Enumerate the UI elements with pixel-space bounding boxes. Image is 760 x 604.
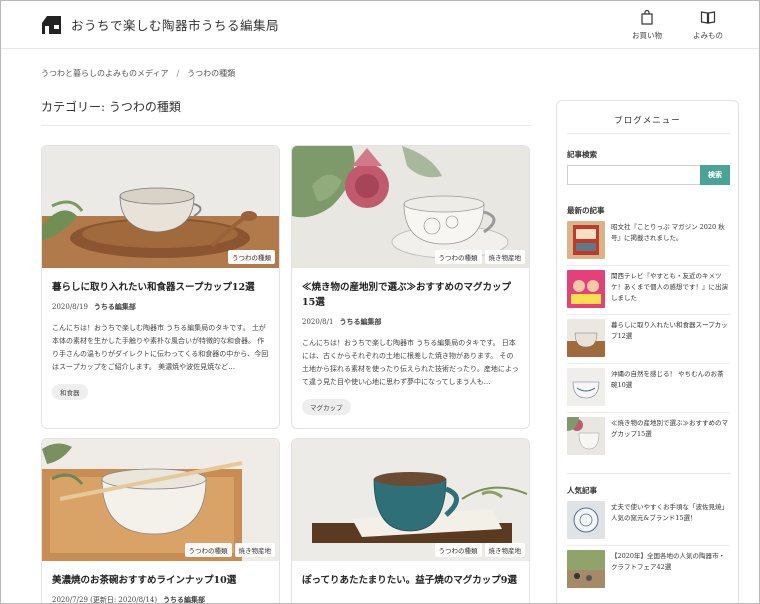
tag-list: うつわの種類 焼き物産地 xyxy=(434,543,525,557)
title-divider xyxy=(41,125,531,126)
sidebar: ブログメニュー 記事検索 検索 最新の記事 昭文社『ことりっぷ マガジン 202… xyxy=(556,100,739,603)
page-frame: おうちで楽しむ陶器市うちる編集局 お買い物 よみもの うつわと暮らしのよみものメ… xyxy=(0,0,760,604)
breadcrumb-home[interactable]: うつわと暮らしのよみものメディア xyxy=(41,69,168,78)
site-title[interactable]: おうちで楽しむ陶器市うちる編集局 xyxy=(71,15,279,34)
latest-article-item[interactable]: ≪焼き物の産地別で選ぶ≫おすすめのマグカップ15選 xyxy=(567,417,730,457)
keyword-chip[interactable]: マグカップ xyxy=(302,399,351,415)
article-date: 2020/7/29 (更新日: 2020/8/14) xyxy=(52,596,158,604)
article-title[interactable]: ≪焼き物の産地別で選ぶ≫おすすめのマグカップ15選 xyxy=(302,280,519,310)
list-divider xyxy=(567,363,730,364)
yachimun-bowl-thumbnail xyxy=(567,368,605,406)
search-input[interactable] xyxy=(567,165,700,185)
nav-reading[interactable]: よみもの xyxy=(678,9,738,41)
article-meta: 2020/7/29 (更新日: 2020/8/14) うちる編集部 xyxy=(52,595,269,604)
article-excerpt: こんにちは！おうちで楽しむ陶器市 うちる編集局のタキです。 土が本体の素材を生か… xyxy=(52,324,269,371)
latest-article-title: 沖縄の自然を感じる！ やちむんのお茶碗10選 xyxy=(611,370,724,389)
tag[interactable]: うつわの種類 xyxy=(434,250,482,264)
article-card[interactable]: うつわの種類 暮らしに取り入れたい和食器スープカップ12選 2020/8/19 う… xyxy=(41,145,280,429)
search-heading: 記事検索 xyxy=(567,150,597,159)
mug-cup-thumbnail xyxy=(567,417,605,455)
article-excerpt: こんにちは！おうちで楽しむ陶器市 うちる編集局のタキです。 日本には、古くからそ… xyxy=(302,339,519,386)
tag[interactable]: 焼き物産地 xyxy=(484,543,525,557)
breadcrumb-current: うつわの種類 xyxy=(187,69,236,78)
sidebar-divider xyxy=(567,473,730,474)
article-title[interactable]: 暮らしに取り入れたい和食器スープカップ12選 xyxy=(52,280,269,295)
article-title[interactable]: ぽってりあたたまりたい。益子焼のマグカップ9選 xyxy=(302,573,519,588)
breadcrumb: うつわと暮らしのよみものメディア / うつわの種類 xyxy=(41,68,235,79)
nav-reading-label: よみもの xyxy=(693,31,723,40)
tag-list: うつわの種類 xyxy=(228,250,275,264)
sidebar-divider xyxy=(567,133,730,134)
latest-article-item[interactable]: 昭文社『ことりっぷ マガジン 2020 秋号』に掲載されました。 xyxy=(567,221,730,261)
latest-article-item[interactable]: 関西テレビ『やすとも・友近のキメツケ！あくまで個人の感想です！』に出演しました xyxy=(567,270,730,310)
latest-article-title: ≪焼き物の産地別で選ぶ≫おすすめのマグカップ15選 xyxy=(611,419,728,438)
keyword-chip[interactable]: 和食器 xyxy=(52,384,88,400)
article-author[interactable]: うちる編集部 xyxy=(94,302,136,311)
list-divider xyxy=(567,314,730,315)
list-divider xyxy=(567,545,730,546)
house-logo-icon[interactable] xyxy=(41,13,63,35)
search-button[interactable]: 検索 xyxy=(700,165,730,185)
article-card[interactable]: うつわの種類 焼き物産地 ≪焼き物の産地別で選ぶ≫おすすめのマグカップ15選 2… xyxy=(291,145,530,429)
tag-list: うつわの種類 焼き物産地 xyxy=(184,543,275,557)
latest-article-item[interactable]: 沖縄の自然を感じる！ やちむんのお茶碗10選 xyxy=(567,368,730,408)
soup-cup-thumbnail xyxy=(567,319,605,357)
article-thumbnail[interactable]: うつわの種類 xyxy=(42,146,279,268)
article-meta: 2020/8/1 うちる編集部 xyxy=(302,317,519,327)
popular-heading: 人気記事 xyxy=(567,486,597,495)
article-thumbnail[interactable]: うつわの種類 焼き物産地 xyxy=(292,146,529,268)
tag[interactable]: 焼き物産地 xyxy=(484,250,525,264)
article-thumbnail[interactable]: うつわの種類 焼き物産地 xyxy=(42,439,279,561)
tag[interactable]: うつわの種類 xyxy=(184,543,232,557)
article-date: 2020/8/19 xyxy=(52,303,88,311)
nav-shopping-label: お買い物 xyxy=(632,31,662,40)
article-meta: 2020/8/19 うちる編集部 xyxy=(52,302,269,312)
latest-article-title: 暮らしに取り入れたい和食器スープカップ12選 xyxy=(611,321,728,340)
popular-article-item[interactable]: 丈夫で使いやすくお手頃な「波佐見焼」人気の窯元&ブランド15選！ xyxy=(567,501,730,541)
pottery-fair-thumbnail xyxy=(567,550,605,588)
sidebar-title: ブログメニュー xyxy=(614,116,681,126)
article-title[interactable]: 美濃焼のお茶碗おすすめラインナップ10選 xyxy=(52,573,269,588)
latest-article-title: 関西テレビ『やすとも・友近のキメツケ！あくまで個人の感想です！』に出演しました xyxy=(611,272,728,302)
tag[interactable]: うつわの種類 xyxy=(228,250,275,264)
hasami-ware-thumbnail xyxy=(567,501,605,539)
site-header: おうちで楽しむ陶器市うちる編集局 お買い物 よみもの xyxy=(1,1,759,49)
article-author[interactable]: うちる編集部 xyxy=(163,595,205,603)
list-divider xyxy=(567,412,730,413)
popular-article-title: 【2020年】全国各地の人気の陶器市・クラフトフェア42選 xyxy=(611,552,726,571)
tag[interactable]: うつわの種類 xyxy=(434,543,482,557)
list-divider xyxy=(567,265,730,266)
article-date: 2020/8/1 xyxy=(302,318,334,326)
magazine-thumbnail xyxy=(567,221,605,259)
tag[interactable]: 焼き物産地 xyxy=(234,543,275,557)
breadcrumb-separator: / xyxy=(176,69,180,78)
latest-article-title: 昭文社『ことりっぷ マガジン 2020 秋号』に掲載されました。 xyxy=(611,223,725,242)
latest-heading: 最新の記事 xyxy=(567,206,605,215)
popular-article-item[interactable]: 【2020年】全国各地の人気の陶器市・クラフトフェア42選 xyxy=(567,550,730,590)
latest-article-item[interactable]: 暮らしに取り入れたい和食器スープカップ12選 xyxy=(567,319,730,359)
tag-list: うつわの種類 焼き物産地 xyxy=(434,250,525,264)
article-card[interactable]: うつわの種類 焼き物産地 ぽってりあたたまりたい。益子焼のマグカップ9選 xyxy=(291,438,530,603)
book-icon xyxy=(700,11,716,24)
popular-article-title: 丈夫で使いやすくお手頃な「波佐見焼」人気の窯元&ブランド15選！ xyxy=(611,503,728,522)
nav-shopping[interactable]: お買い物 xyxy=(617,9,677,41)
article-thumbnail[interactable]: うつわの種類 焼き物産地 xyxy=(292,439,529,561)
article-author[interactable]: うちる編集部 xyxy=(339,317,381,326)
article-card[interactable]: うつわの種類 焼き物産地 美濃焼のお茶碗おすすめラインナップ10選 2020/7… xyxy=(41,438,280,604)
tv-show-thumbnail xyxy=(567,270,605,308)
shopping-bag-icon xyxy=(641,9,653,25)
page-title: カテゴリー: うつわの種類 xyxy=(41,100,181,114)
